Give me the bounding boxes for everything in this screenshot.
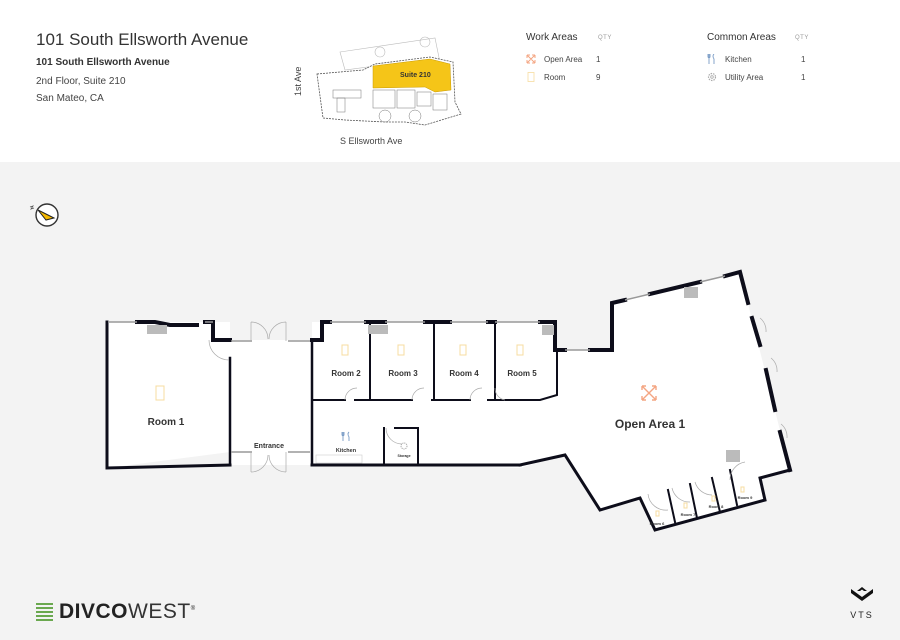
room-4-label: Room 4 [449, 369, 479, 378]
legend-common-qty-header: QTY [795, 35, 809, 41]
header: 101 South Ellsworth Avenue 101 South Ell… [0, 0, 900, 162]
legend-work-qty-header: QTY [598, 35, 612, 41]
legend-common-title: Common Areas [707, 32, 776, 43]
divcowest-bars-icon [36, 603, 53, 621]
open-area-icon [526, 54, 536, 64]
compass-icon [29, 203, 59, 227]
open-area-1-label: Open Area 1 [615, 417, 686, 431]
street-s-ellsworth: S Ellsworth Ave [340, 136, 402, 146]
street-1st-ave: 1st Ave [293, 67, 303, 96]
room-8-label: Room 8 [709, 504, 724, 509]
vts-label: VTS [850, 610, 874, 620]
address-city: San Mateo, CA [36, 93, 104, 104]
room-3-label: Room 3 [388, 369, 418, 378]
vts-logo: VTS [847, 585, 877, 620]
page-title: 101 South Ellsworth Avenue [36, 30, 249, 49]
kitchen-label: Kitchen [336, 448, 357, 454]
room-5-label: Room 5 [507, 369, 537, 378]
legend-work-areas: Work Areas QTY Open Area 1 Room 9 [526, 32, 646, 92]
address-floor: 2nd Floor, Suite 210 [36, 76, 126, 87]
divcowest-logo: DIVCOWEST® [36, 600, 196, 624]
legend-item-room: Room 9 [526, 72, 600, 82]
utility-icon [707, 72, 717, 82]
legend-work-title: Work Areas [526, 32, 578, 43]
room-7-label: Room 7 [681, 512, 696, 517]
room-1-label: Room 1 [148, 417, 185, 428]
room-2-label: Room 2 [331, 369, 361, 378]
floor-plan: Room 1 Room 2 Room 3 Room 4 Room 5 Room … [29, 203, 793, 532]
key-map: Suite 210 1st Ave S Ellsworth Ave [293, 36, 462, 146]
room-9-label: Room 9 [738, 495, 753, 500]
suite-label: Suite 210 [400, 72, 431, 79]
storage-label: Storage [397, 454, 410, 458]
entrance-label: Entrance [254, 443, 284, 450]
kitchen-icon [707, 54, 715, 64]
legend-item-utility: Utility Area 1 [707, 72, 805, 82]
room-6-label: Room 6 [650, 521, 665, 526]
legend-item-open-area: Open Area 1 [526, 54, 600, 64]
room-icon [527, 72, 535, 82]
legend-item-kitchen: Kitchen 1 [707, 54, 805, 64]
address-name: 101 South Ellsworth Avenue [36, 57, 170, 68]
vts-logo-icon [851, 587, 873, 601]
legend-common-areas: Common Areas QTY Kitchen 1 Utility Area … [707, 32, 827, 92]
